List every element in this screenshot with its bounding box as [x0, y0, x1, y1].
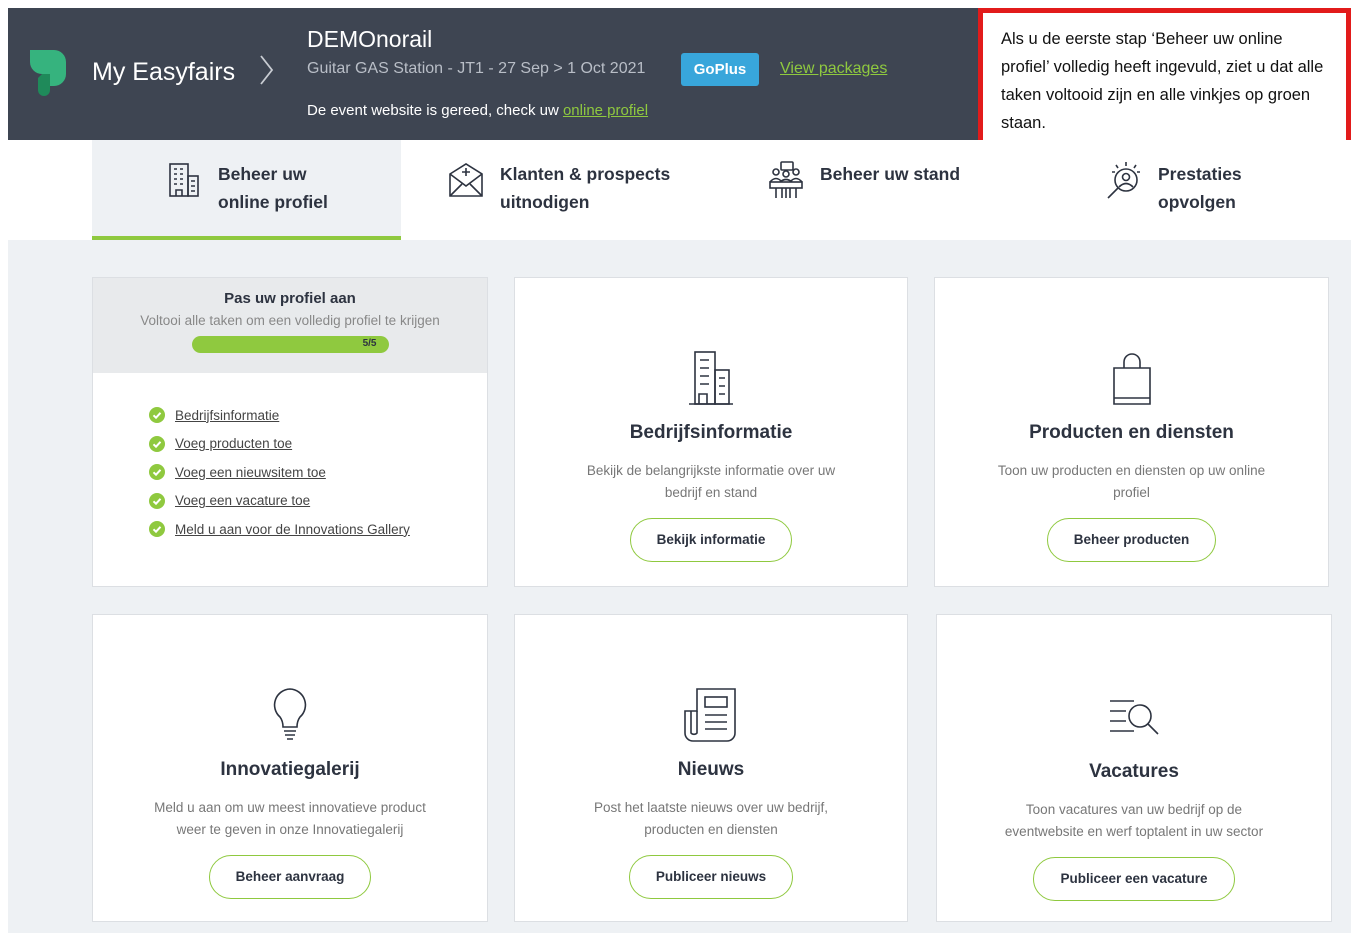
card-description: Meld u aan om uw meest innovatieve produ… [154, 800, 426, 837]
list-search-icon [1110, 700, 1159, 735]
view-info-button[interactable]: Bekijk informatie [629, 518, 793, 562]
task-item: Meld u aan voor de Innovations Gallery [149, 515, 487, 544]
tab-label: Beheer uw [218, 164, 307, 184]
event-title: DEMOnorail [307, 26, 433, 52]
card-description: Toon vacatures van uw bedrijf op de even… [1004, 802, 1264, 839]
profile-progress-header: Pas uw profiel aan Voltooi alle taken om… [93, 278, 487, 373]
card-description: Toon uw producten en diensten op uw onli… [997, 463, 1266, 500]
step-tabs: Beheer uw online profiel Klanten & prospe… [8, 140, 1351, 240]
manage-request-button[interactable]: Beheer aanvraag [208, 855, 372, 899]
task-item: Voeg een vacature toe [149, 487, 487, 516]
card-description: Bekijk de belangrijkste informatie over … [586, 463, 836, 500]
check-circle-icon [149, 407, 165, 424]
task-link[interactable]: Voeg producten toe [175, 436, 292, 451]
building-icon [169, 163, 199, 197]
check-circle-icon [149, 521, 165, 538]
lightbulb-icon [273, 688, 307, 740]
task-link[interactable]: Bedrijfsinformatie [175, 408, 279, 423]
task-link[interactable]: Voeg een vacature toe [175, 493, 310, 508]
tab-online-profile[interactable]: Beheer uw online profiel [92, 140, 401, 240]
profile-progress-card: Pas uw profiel aan Voltooi alle taken om… [92, 277, 488, 587]
package-badge: GoPlus [681, 53, 759, 86]
task-link[interactable]: Voeg een nieuwsitem toe [175, 465, 326, 480]
envelope-plus-icon [449, 163, 483, 197]
company-info-card: Bedrijfsinformatie Bekijk de belangrijks… [514, 277, 908, 587]
annotation-note: Als u de eerste stap ‘Beheer uw online p… [978, 8, 1351, 145]
profile-subtitle: Voltooi alle taken om een volledig profi… [140, 313, 440, 328]
online-profile-link[interactable]: online profiel [563, 102, 648, 119]
products-card: Producten en diensten Toon uw producten … [934, 277, 1329, 587]
news-card: Nieuws Post het laatste nieuws over uw b… [514, 614, 908, 922]
tab-label: Prestaties [1158, 164, 1242, 184]
card-title: Vacatures [1089, 761, 1179, 782]
card-title: Bedrijfsinformatie [629, 422, 793, 443]
tab-label: Beheer uw stand [820, 164, 961, 184]
tab-label: online profiel [218, 192, 328, 212]
tab-label: uitnodigen [500, 192, 590, 212]
check-circle-icon [149, 492, 165, 509]
task-item: Bedrijfsinformatie [149, 401, 487, 430]
brand-name[interactable]: My Easyfairs [92, 58, 235, 87]
card-title: Innovatiegalerij [220, 759, 360, 780]
progress-label: 5/5 [362, 338, 377, 349]
stand-icon [769, 161, 803, 198]
status-text: De event website is gereed, check uw [307, 102, 563, 119]
magnifier-person-icon [1107, 162, 1140, 199]
tab-label: Klanten & prospects [500, 164, 671, 184]
publish-news-button[interactable]: Publiceer nieuws [628, 855, 794, 899]
manage-products-button[interactable]: Beheer producten [1046, 518, 1217, 562]
easyfairs-logo-icon[interactable] [24, 44, 72, 96]
innovation-gallery-card: Innovatiegalerij Meld u aan om uw meest … [92, 614, 488, 922]
building-icon [689, 351, 733, 405]
card-description: Post het laatste nieuws over uw bedrijf,… [593, 800, 829, 837]
card-title: Nieuws [677, 759, 745, 780]
view-packages-link[interactable]: View packages [780, 60, 887, 78]
chevron-right-icon [260, 55, 274, 85]
app-header: My Easyfairs DEMOnorail Guitar GAS Stati… [8, 8, 978, 140]
event-meta: Guitar GAS Station - JT1 - 27 Sep > 1 Oc… [307, 60, 646, 77]
tab-manage-stand[interactable]: Beheer uw stand [766, 140, 1036, 240]
card-title: Producten en diensten [1029, 422, 1234, 443]
check-circle-icon [149, 464, 165, 481]
tab-invite-customers[interactable]: Klanten & prospects uitnodigen [446, 140, 746, 240]
newspaper-icon [684, 688, 736, 742]
task-list: Bedrijfsinformatie Voeg producten toe Vo… [93, 373, 487, 544]
check-circle-icon [149, 435, 165, 452]
publish-vacancy-button[interactable]: Publiceer een vacature [1033, 857, 1235, 901]
task-link[interactable]: Meld u aan voor de Innovations Gallery [175, 522, 410, 537]
profile-title: Pas uw profiel aan [224, 290, 356, 307]
tab-track-performance[interactable]: Prestaties opvolgen [1104, 140, 1344, 240]
status-line: De event website is gereed, check uw onl… [307, 102, 648, 119]
main-content: Pas uw profiel aan Voltooi alle taken om… [8, 240, 1351, 933]
profile-progress-bar: 5/5 [191, 336, 389, 353]
tab-label: opvolgen [1158, 192, 1236, 212]
task-item: Voeg een nieuwsitem toe [149, 458, 487, 487]
vacancies-card: Vacatures Toon vacatures van uw bedrijf … [936, 614, 1332, 922]
shopping-bag-icon [1112, 353, 1151, 405]
task-item: Voeg producten toe [149, 430, 487, 459]
